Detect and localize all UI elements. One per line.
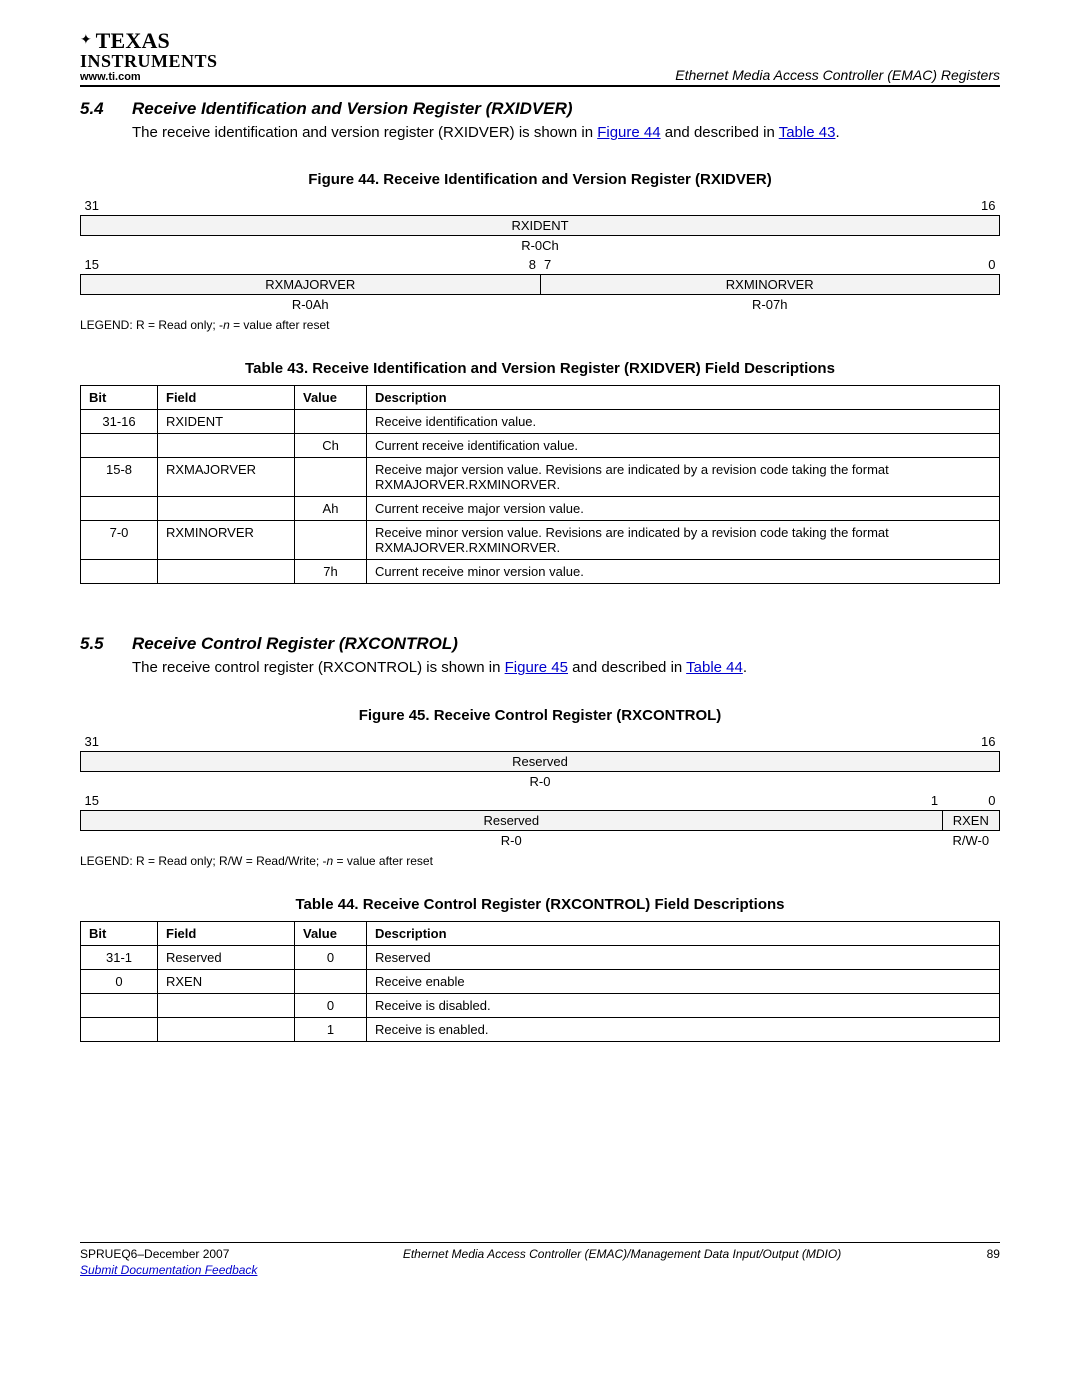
header-right: Ethernet Media Access Controller (EMAC) … xyxy=(675,67,1000,83)
table-row: 31-16RXIDENTReceive identification value… xyxy=(81,410,1000,434)
table-43: Bit Field Value Description 31-16RXIDENT… xyxy=(80,385,1000,584)
ti-logo: ✦ TEXAS INSTRUMENTS www.ti.com xyxy=(80,30,218,83)
doc-number: SPRUEQ6–December 2007 xyxy=(80,1247,229,1261)
section-5-5-title: 5.5 Receive Control Register (RXCONTROL) xyxy=(80,634,1000,654)
link-table-44[interactable]: Table 44 xyxy=(686,659,743,676)
figure-44-register: 31 16 RXIDENT R-0Ch 15 8 7 0 RXMAJORVER … xyxy=(80,196,1000,314)
footer-title: Ethernet Media Access Controller (EMAC)/… xyxy=(403,1247,841,1261)
figure-45-legend: LEGEND: R = Read only; R/W = Read/Write;… xyxy=(80,854,1000,868)
section-heading: Receive Identification and Version Regis… xyxy=(132,99,573,119)
figure-45-register: 31 16 Reserved R-0 15 1 0 Reserved RXEN … xyxy=(80,732,1000,850)
table-row: 0Receive is disabled. xyxy=(81,993,1000,1017)
logo-url: www.ti.com xyxy=(80,72,218,83)
link-figure-45[interactable]: Figure 45 xyxy=(505,659,568,676)
section-5-4-title: 5.4 Receive Identification and Version R… xyxy=(80,99,1000,119)
table-row: ChCurrent receive identification value. xyxy=(81,434,1000,458)
table-43-title: Table 43. Receive Identification and Ver… xyxy=(80,360,1000,377)
logo-text-bottom: INSTRUMENTS xyxy=(80,51,218,71)
figure-44-legend: LEGEND: R = Read only; -n = value after … xyxy=(80,318,1000,332)
register-field: RXMINORVER xyxy=(540,275,1000,295)
table-44-title: Table 44. Receive Control Register (RXCO… xyxy=(80,896,1000,913)
table-row: 7hCurrent receive minor version value. xyxy=(81,560,1000,584)
section-number: 5.5 xyxy=(80,634,132,654)
register-field: RXEN xyxy=(942,810,999,830)
register-field: Reserved xyxy=(81,810,943,830)
link-table-43[interactable]: Table 43 xyxy=(779,124,836,141)
table-row: 1Receive is enabled. xyxy=(81,1017,1000,1041)
page-header: ✦ TEXAS INSTRUMENTS www.ti.com Ethernet … xyxy=(80,30,1000,87)
table-row: 15-8RXMAJORVERReceive major version valu… xyxy=(81,458,1000,497)
page-footer: SPRUEQ6–December 2007 Submit Documentati… xyxy=(80,1242,1000,1277)
figure-44-title: Figure 44. Receive Identification and Ve… xyxy=(80,171,1000,188)
page-number: 89 xyxy=(987,1247,1000,1261)
table-row: 31-1Reserved0Reserved xyxy=(81,945,1000,969)
logo-text-top: TEXAS xyxy=(96,28,170,53)
table-row: AhCurrent receive major version value. xyxy=(81,497,1000,521)
section-number: 5.4 xyxy=(80,99,132,119)
section-heading: Receive Control Register (RXCONTROL) xyxy=(132,634,458,654)
link-figure-44[interactable]: Figure 44 xyxy=(597,124,660,141)
table-row: 0RXENReceive enable xyxy=(81,969,1000,993)
figure-45-title: Figure 45. Receive Control Register (RXC… xyxy=(80,707,1000,724)
register-field: RXIDENT xyxy=(81,216,1000,236)
table-44: Bit Field Value Description 31-1Reserved… xyxy=(80,921,1000,1042)
register-field: Reserved xyxy=(81,751,1000,771)
section-5-4-body: The receive identification and version r… xyxy=(132,123,1000,143)
chip-icon: ✦ xyxy=(80,31,92,47)
section-5-5-body: The receive control register (RXCONTROL)… xyxy=(132,658,1000,678)
table-row: 7-0RXMINORVERReceive minor version value… xyxy=(81,521,1000,560)
register-field: RXMAJORVER xyxy=(81,275,541,295)
link-feedback[interactable]: Submit Documentation Feedback xyxy=(80,1263,257,1277)
